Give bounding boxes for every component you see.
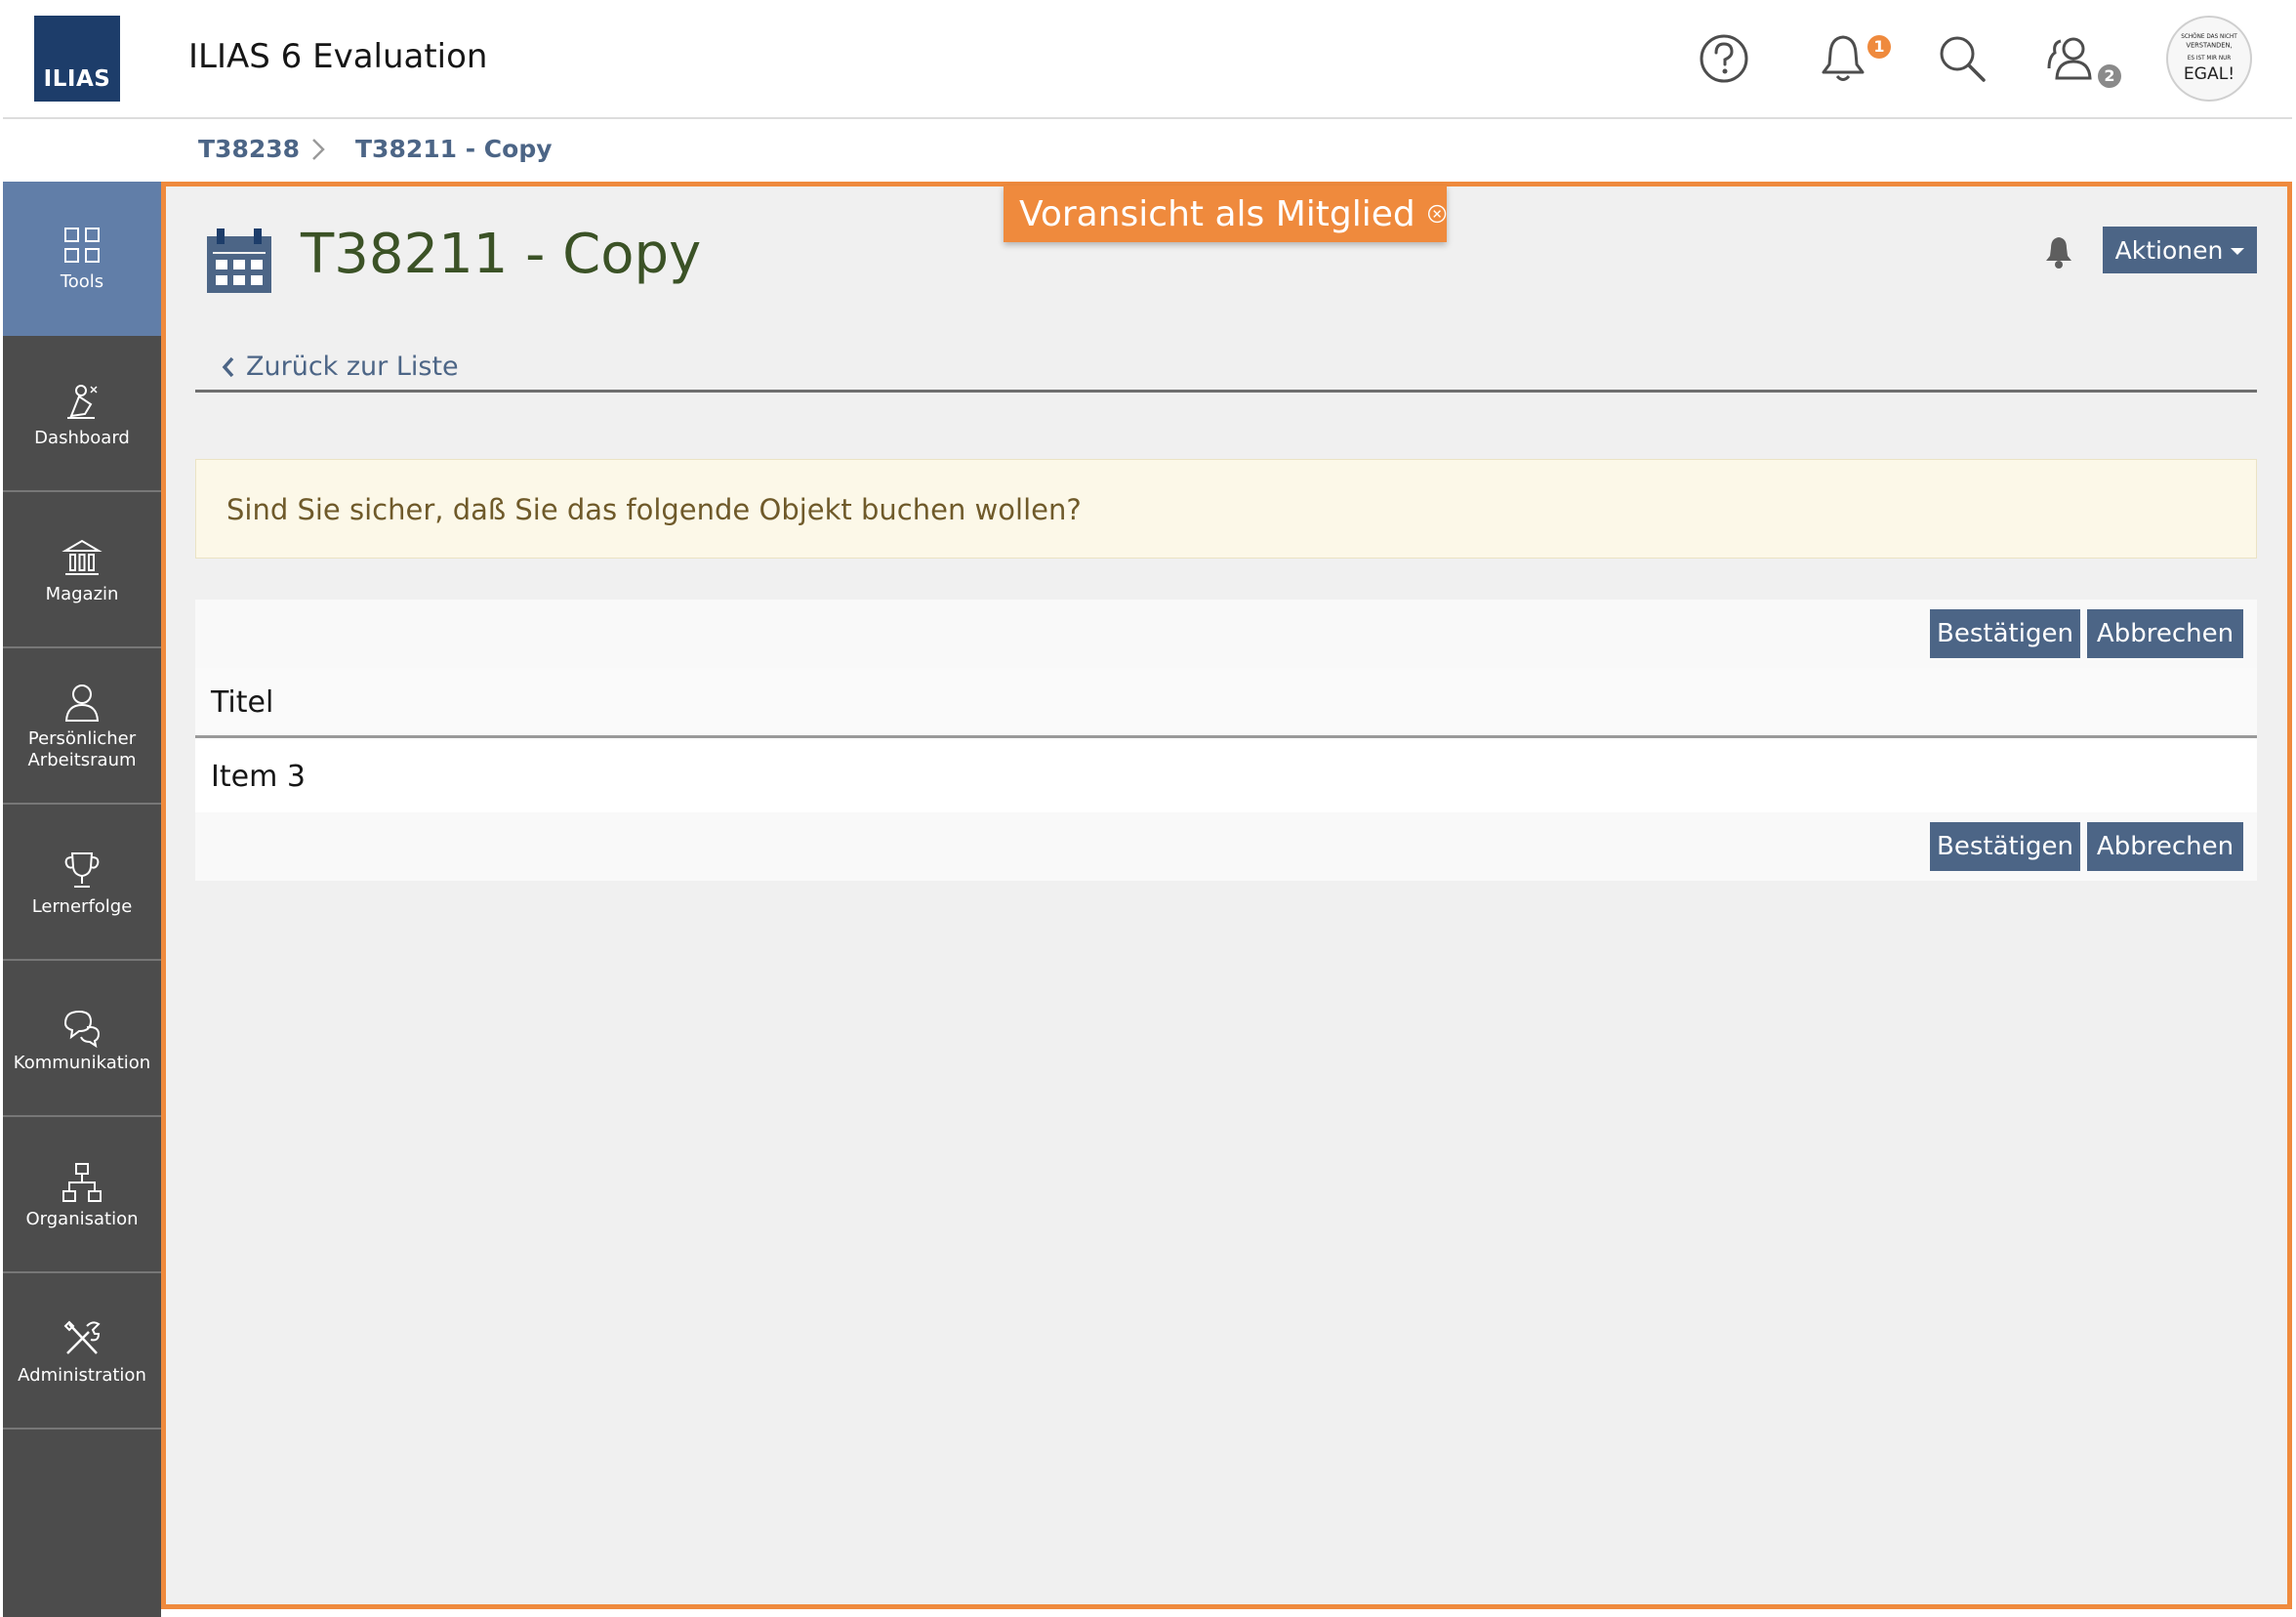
sidebar-item-lernerfolge[interactable]: Lernerfolge [3,807,161,961]
dashboard-icon [58,377,106,426]
ilias-logo[interactable]: ILIAS [34,16,120,102]
tab-divider [195,390,2257,393]
command-row-bottom: Bestätigen Abbrechen [195,812,2257,881]
sidebar-item-label: Tools [60,271,104,292]
content-area [161,182,2292,1609]
sidebar-item-label: Dashboard [34,428,130,448]
breadcrumb-item-t38238[interactable]: T38238 [198,135,300,163]
sidebar-item-label: Persönlicher Arbeitsraum [3,728,161,771]
sidebar-item-organisation[interactable]: Organisation [3,1119,161,1273]
close-preview-icon[interactable] [1427,196,1447,231]
sidebar-item-tools[interactable]: Tools [3,182,161,336]
avatar-line-3: ES IST MIR NUR [2188,56,2232,62]
avatar-line-1: SCHÖNE DAS NICHT [2181,33,2237,40]
calendar-icon [203,225,275,297]
chat-icon [58,1002,106,1051]
table-row: Item 3 [195,738,2257,812]
logo-text: ILIAS [43,66,111,92]
help-icon[interactable] [1695,29,1753,88]
administration-icon [58,1314,106,1363]
command-row-top: Bestätigen Abbrechen [195,600,2257,668]
contacts-icon[interactable] [2041,29,2100,88]
cancel-button-bottom[interactable]: Abbrechen [2087,822,2243,871]
cancel-button-top[interactable]: Abbrechen [2087,609,2243,658]
table-cell-title: Item 3 [211,760,306,794]
back-to-list-label: Zurück zur Liste [246,352,459,382]
breadcrumb: T38238 T38211 - Copy [3,119,2292,182]
sidebar-item-label: Lernerfolge [31,896,133,917]
avatar-line-4: EGAL! [2184,64,2234,84]
caret-down-icon [2231,248,2245,255]
confirmation-message-text: Sind Sie sicher, daß Sie das folgende Ob… [226,493,1082,526]
confirmation-table: Bestätigen Abbrechen Titel Item 3 Bestät… [195,600,2257,881]
confirmation-message: Sind Sie sicher, daß Sie das folgende Ob… [195,459,2257,559]
tools-icon [58,221,106,270]
repository-icon [58,533,106,582]
sidebar-item-label: Kommunikation [13,1053,151,1073]
page-title: T38211 - Copy [301,223,702,286]
top-header: ILIAS ILIAS 6 Evaluation 1 2 SCHÖNE DAS … [3,0,2292,119]
breadcrumb-item-current[interactable]: T38211 - Copy [355,135,553,163]
table-header-row: Titel [195,668,2257,738]
app-title: ILIAS 6 Evaluation [188,37,488,76]
sidebar-item-kommunikation[interactable]: Kommunikation [3,963,161,1117]
contacts-badge: 2 [2098,64,2121,88]
sidebar-item-dashboard[interactable]: Dashboard [3,338,161,492]
confirm-button-bottom[interactable]: Bestätigen [1930,822,2080,871]
main-sidebar: Tools Dashboard Magazin Persönlicher Arb… [3,182,161,1617]
actions-label: Aktionen [2114,235,2224,265]
actions-dropdown-button[interactable]: Aktionen [2103,227,2257,273]
bell-icon[interactable] [1814,29,1872,88]
avatar[interactable]: SCHÖNE DAS NICHT VERSTANDEN, ES IST MIR … [2166,16,2252,102]
search-icon[interactable] [1933,29,1991,88]
avatar-line-2: VERSTANDEN, [2186,42,2232,50]
sidebar-item-label: Organisation [25,1209,139,1229]
sidebar-item-label-line2: Arbeitsraum [27,750,137,770]
notification-badge: 1 [1867,35,1891,59]
sidebar-item-magazin[interactable]: Magazin [3,494,161,648]
sidebar-item-administration[interactable]: Administration [3,1275,161,1430]
org-chart-icon [58,1158,106,1207]
sidebar-item-workspace[interactable]: Persönlicher Arbeitsraum [3,650,161,805]
chevron-left-icon [222,356,234,377]
sidebar-item-label: Administration [18,1365,146,1386]
chevron-right-icon [308,135,329,164]
sidebar-item-label-line1: Persönlicher [27,728,137,749]
notification-toggle-icon[interactable] [2042,234,2075,270]
workspace-icon [58,678,106,726]
confirm-button-top[interactable]: Bestätigen [1930,609,2080,658]
back-to-list-link[interactable]: Zurück zur Liste [221,352,459,382]
member-preview-banner[interactable]: Voransicht als Mitglied [1004,186,1447,242]
column-header-title: Titel [211,685,274,720]
member-preview-label: Voransicht als Mitglied [1019,193,1415,234]
sidebar-item-label: Magazin [45,584,119,604]
trophy-icon [58,846,106,894]
